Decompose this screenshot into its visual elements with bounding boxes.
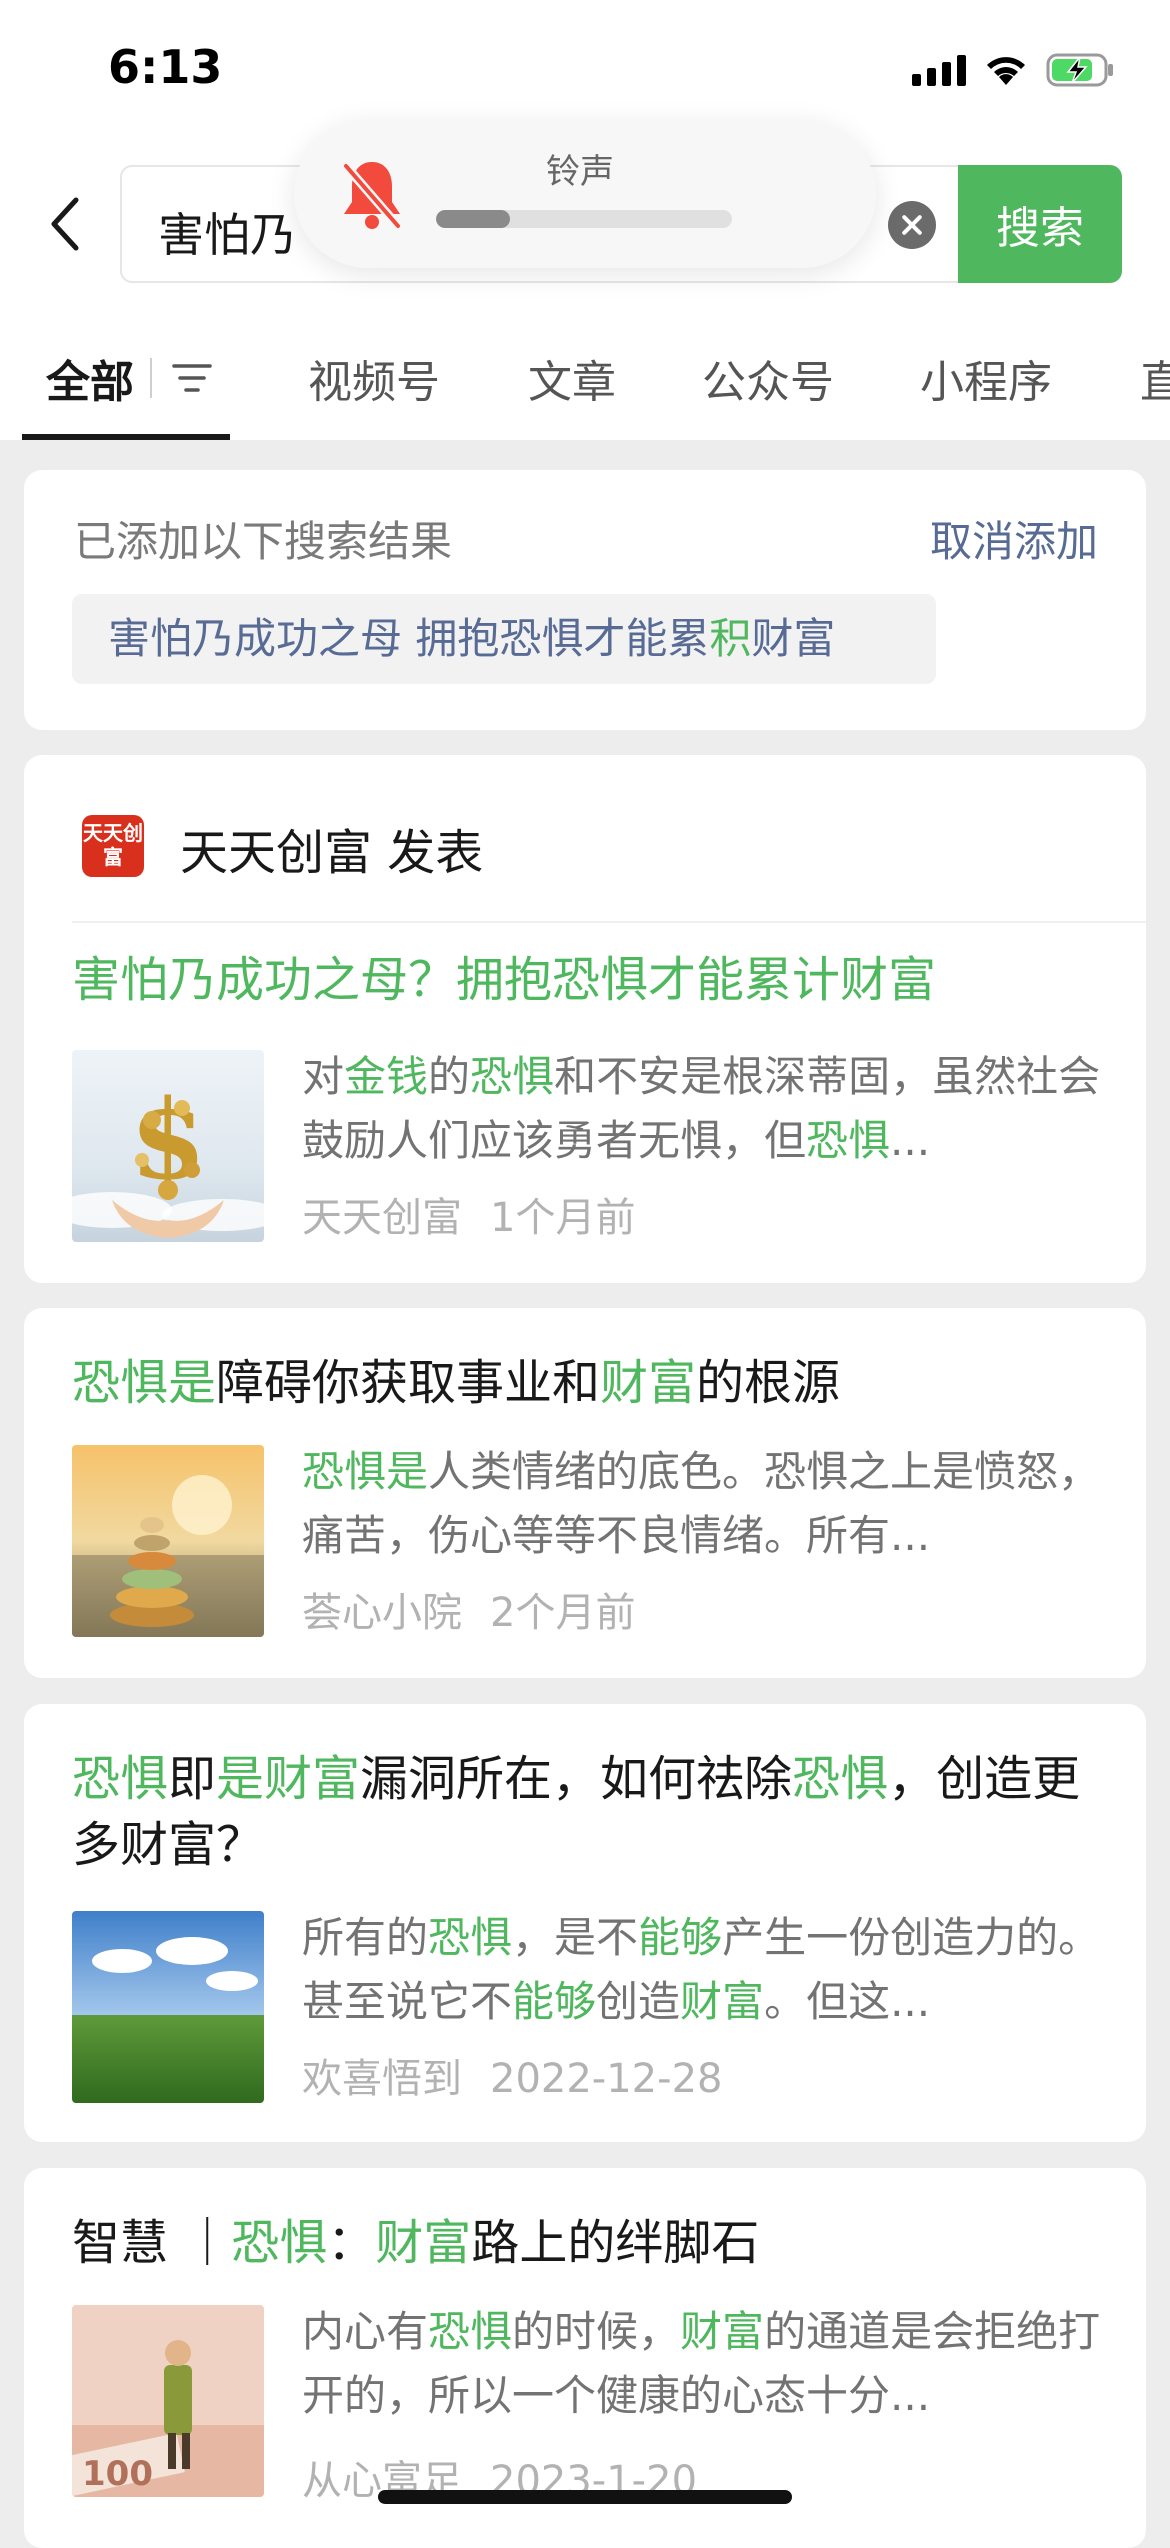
highlighted-keyword: 害怕乃成功之母？拥抱恐惧才能累计财富 [72,952,937,1008]
highlighted-keyword: 恐惧 [470,1052,555,1101]
result-date: 2022-12-28 [490,2056,723,2102]
text-segment: 的时候， [512,2307,681,2356]
chip-text-highlight: 积 [709,614,752,663]
result-snippet: 对金钱的恐惧和不安是根深蒂固，虽然社会鼓励人们应该勇者无惧，但恐惧... [302,1045,1112,1173]
highlighted-keyword: 恐惧是 [302,1447,429,1496]
result-title[interactable]: 恐惧即是财富漏洞所在，如何祛除恐惧，创造更多财富？ [72,1746,1092,1878]
highlighted-keyword: 恐惧 [231,2215,328,2271]
result-thumbnail [72,1445,264,1637]
text-segment: 障碍你获取事业和 [216,1355,601,1411]
volume-bar [436,210,732,228]
tab-all[interactable]: 全部 [46,346,134,410]
publisher-logo: 天天创富 [82,815,144,877]
result-meta: 欢喜悟到 2022-12-28 [302,2046,722,2104]
result-title[interactable]: 智慧 ｜恐惧：财富路上的绊脚石 [72,2210,1092,2276]
highlighted-keyword: 财富 [600,1355,697,1411]
result-snippet: 所有的恐惧，是不能够产生一份创造力的。甚至说它不能够创造财富。但这... [302,1906,1112,2034]
text-segment: 漏洞所在，如何祛除 [360,1751,793,1807]
result-card[interactable]: 恐惧即是财富漏洞所在，如何祛除恐惧，创造更多财富？ 所有的恐惧，是不能够产生一份… [24,1704,1146,2142]
search-query-text: 害怕乃 [158,208,296,262]
text-segment: 内心有 [302,2307,429,2356]
status-icons [912,52,1116,88]
text-segment: 。但这... [764,1977,931,2026]
highlighted-keyword: 恐惧是 [72,1355,217,1411]
result-title[interactable]: 害怕乃成功之母？拥抱恐惧才能累计财富 [72,947,1092,1013]
highlighted-keyword: 财富 [680,2307,765,2356]
added-result-chip[interactable]: 害怕乃成功之母 拥抱恐惧才能累积财富 [72,594,936,684]
text-segment: ： [327,2215,376,2271]
tab-divider [150,358,152,398]
highlighted-keyword: 财富 [375,2215,472,2271]
tab-mini-programs[interactable]: 小程序 [920,346,1052,410]
divider [72,921,1146,923]
wifi-icon [984,53,1028,87]
highlighted-keyword: 财富 [680,1977,765,2026]
top-bar: 6:13 害怕乃 搜索 铃声 全部 视频号 文章 公众号 小程序 直 [0,0,1170,440]
added-results-title: 已添加以下搜索结果 [74,517,453,566]
result-date: 2个月前 [490,1590,636,1636]
result-source[interactable]: 欢喜悟到 [302,2056,462,2102]
result-source[interactable]: 天天创富 [302,1195,462,1241]
result-thumbnail: $ [72,1050,264,1242]
clear-icon[interactable] [888,201,936,249]
highlighted-keyword: 恐惧 [806,1116,891,1165]
publisher-line[interactable]: 天天创富 发表 [180,813,483,883]
result-thumbnail [72,1911,264,2103]
text-segment: 创造 [596,1977,681,2026]
text-segment: 即 [168,1751,217,1807]
highlighted-keyword: 能够 [512,1977,597,2026]
result-date: 1个月前 [490,1195,636,1241]
battery-charging-icon [1046,52,1116,88]
result-snippet: 内心有恐惧的时候，财富的通道是会拒绝打开的，所以一个健康的心态十分... [302,2300,1112,2428]
tab-live[interactable]: 直 [1140,346,1170,410]
ringtone-volume-hud: 铃声 [294,120,876,268]
active-tab-indicator [22,434,230,440]
text-segment: 的 [428,1052,471,1101]
back-arrow-icon[interactable] [42,192,90,256]
cellular-signal-icon [912,54,966,86]
result-source[interactable]: 荟心小院 [302,1590,462,1636]
highlighted-keyword: 恐惧 [428,2307,513,2356]
tab-articles[interactable]: 文章 [528,346,616,410]
ringtone-label: 铃声 [546,152,614,192]
result-meta: 荟心小院 2个月前 [302,1580,635,1638]
text-segment: 智慧 ｜ [72,2215,232,2271]
text-segment: ... [890,1116,931,1165]
highlighted-keyword: 恐惧 [72,1751,169,1807]
text-segment: 对 [302,1052,345,1101]
chip-text: 害怕乃成功之母 拥抱恐惧才能累 [108,614,710,663]
search-button[interactable]: 搜索 [958,165,1122,283]
tab-channels[interactable]: 视频号 [308,346,440,410]
filter-icon[interactable] [170,356,214,400]
highlighted-keyword: 恐惧 [792,1751,889,1807]
text-segment: 路上的绊脚石 [471,2215,760,2271]
text-segment: 所有的 [302,1913,429,1962]
svg-text:100: 100 [82,2454,153,2494]
highlighted-keyword: 金钱 [344,1052,429,1101]
result-card[interactable]: 天天创富 天天创富 发表 害怕乃成功之母？拥抱恐惧才能累计财富 $ 对金钱的恐惧… [24,755,1146,1283]
highlighted-keyword: 恐惧 [428,1913,513,1962]
added-results-card: 已添加以下搜索结果 取消添加 害怕乃成功之母 拥抱恐惧才能累积财富 [24,470,1146,730]
chip-text: 财富 [751,614,836,663]
result-thumbnail: 100 [72,2305,264,2497]
volume-bar-fill [436,210,510,228]
search-tabs: 全部 视频号 文章 公众号 小程序 直 [0,330,1170,440]
result-card[interactable]: 恐惧是障碍你获取事业和财富的根源 恐惧是人类情绪的底色。恐惧之上是愤怒，痛苦，伤… [24,1308,1146,1678]
result-title[interactable]: 恐惧是障碍你获取事业和财富的根源 [72,1350,1092,1416]
cancel-add-button[interactable]: 取消添加 [930,508,1098,569]
home-indicator[interactable] [378,2490,792,2504]
highlighted-keyword: 是财富 [216,1751,361,1807]
result-snippet: 恐惧是人类情绪的底色。恐惧之上是愤怒，痛苦，伤心等等不良情绪。所有... [302,1440,1112,1568]
text-segment: 的根源 [696,1355,841,1411]
text-segment: ，是不 [512,1913,639,1962]
status-time: 6:13 [108,40,223,94]
result-meta: 天天创富 1个月前 [302,1185,635,1243]
bell-muted-icon [341,161,403,231]
highlighted-keyword: 能够 [638,1913,723,1962]
tab-official-accounts[interactable]: 公众号 [702,346,834,410]
